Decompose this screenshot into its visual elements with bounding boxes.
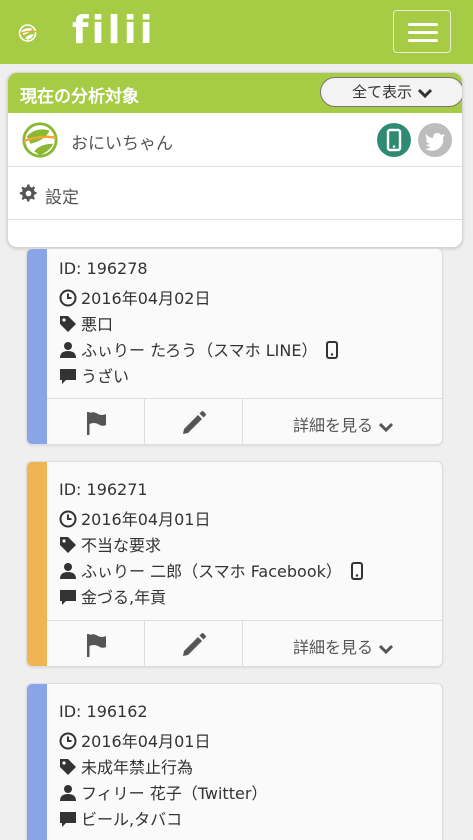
card-id: ID: 196278 — [59, 259, 148, 278]
gear-icon — [19, 184, 37, 202]
detection-card: ID: 196162 2016年04月01日 未成年禁止行為 フィリー 花子（T… — [26, 683, 443, 840]
view-details-label: 詳細を見る — [292, 416, 373, 435]
card-keywords: ビール,タバコ — [81, 810, 183, 829]
smartphone-icon — [386, 128, 402, 152]
view-details-button[interactable]: 詳細を見る — [243, 399, 442, 444]
chevron-down-icon — [417, 88, 433, 98]
hamburger-menu-button[interactable] — [393, 10, 451, 53]
flag-icon — [87, 412, 106, 435]
user-icon — [60, 563, 76, 579]
clock-icon — [59, 289, 77, 307]
tag-icon — [60, 759, 76, 775]
settings-label: 設定 — [45, 188, 79, 208]
card-category-line: 悪口 — [59, 311, 113, 335]
top-navbar: filii — [0, 0, 473, 64]
pencil-icon — [183, 411, 206, 434]
card-category: 不当な要求 — [81, 536, 162, 555]
logo-text[interactable]: filii — [72, 8, 156, 52]
card-actions: 詳細を見る — [47, 398, 442, 444]
user-icon — [60, 785, 76, 801]
target-avatar-icon — [22, 122, 58, 158]
chevron-down-icon — [378, 422, 394, 432]
comment-icon — [60, 812, 76, 827]
target-name: おにいちゃん — [71, 134, 173, 154]
card-date-line: 2016年04月01日 — [59, 506, 210, 530]
card-category-line: 不当な要求 — [59, 532, 161, 556]
view-details-label: 詳細を見る — [292, 638, 373, 657]
card-keywords: 金づる,年貢 — [81, 588, 167, 607]
edit-button[interactable] — [145, 621, 243, 666]
card-date-line: 2016年04月02日 — [59, 285, 210, 309]
card-accent-bar — [27, 249, 47, 444]
flag-button[interactable] — [47, 399, 145, 444]
smartphone-icon — [350, 562, 363, 580]
hamburger-icon — [408, 23, 438, 26]
flag-button[interactable] — [47, 621, 145, 666]
chevron-down-icon — [378, 644, 394, 654]
twitter-filter-button[interactable] — [418, 123, 452, 157]
card-user: ふぃりー 二郎（スマホ Facebook） — [81, 562, 342, 581]
card-keywords-line: うざい — [59, 363, 129, 387]
show-all-button[interactable]: 全て表示 — [320, 77, 462, 107]
filii-logo-icon[interactable] — [18, 8, 78, 58]
card-user: フィリー 花子（Twitter） — [81, 784, 268, 803]
card-accent-bar — [27, 684, 47, 840]
tag-icon — [60, 537, 76, 553]
comment-icon — [60, 590, 76, 605]
clock-icon — [59, 510, 77, 528]
analysis-target-panel: 現在の分析対象 全て表示 おにいちゃん 設定 — [7, 72, 463, 248]
card-keywords-line: 金づる,年貢 — [59, 584, 166, 608]
card-id: ID: 196162 — [59, 702, 148, 721]
card-date: 2016年04月01日 — [81, 510, 211, 529]
card-id: ID: 196271 — [59, 480, 148, 499]
edit-button[interactable] — [145, 399, 243, 444]
comment-icon — [60, 369, 76, 384]
card-keywords-line: ビール,タバコ — [59, 806, 182, 830]
card-user-line: ふぃりー 二郎（スマホ Facebook） — [59, 558, 364, 582]
user-icon — [60, 342, 76, 358]
smartphone-icon — [326, 341, 339, 359]
smartphone-filter-button[interactable] — [377, 123, 411, 157]
card-keywords: うざい — [81, 367, 130, 386]
tag-icon — [60, 316, 76, 332]
card-user: ふぃりー たろう（スマホ LINE） — [81, 341, 318, 360]
card-date: 2016年04月02日 — [81, 289, 211, 308]
card-user-line: ふぃりー たろう（スマホ LINE） — [59, 337, 339, 361]
target-row[interactable]: おにいちゃん — [8, 113, 462, 167]
view-details-button[interactable]: 詳細を見る — [243, 621, 442, 666]
pencil-icon — [183, 633, 206, 656]
card-user-line: フィリー 花子（Twitter） — [59, 780, 267, 804]
card-actions: 詳細を見る — [47, 620, 442, 666]
twitter-bird-icon — [425, 133, 445, 151]
flag-icon — [87, 634, 106, 657]
card-category: 未成年禁止行為 — [81, 758, 194, 777]
detection-card: ID: 196271 2016年04月01日 不当な要求 ふぃりー 二郎（スマホ… — [26, 461, 443, 667]
detection-card: ID: 196278 2016年04月02日 悪口 ふぃりー たろう（スマホ L… — [26, 248, 443, 445]
card-date-line: 2016年04月01日 — [59, 728, 210, 752]
card-category-line: 未成年禁止行為 — [59, 754, 193, 778]
panel-header: 現在の分析対象 全て表示 — [8, 73, 462, 113]
show-all-label: 全て表示 — [351, 83, 412, 101]
card-category: 悪口 — [81, 315, 114, 334]
card-date: 2016年04月01日 — [81, 732, 211, 751]
clock-icon — [59, 732, 77, 750]
panel-title: 現在の分析対象 — [20, 87, 139, 107]
settings-row[interactable]: 設定 — [8, 167, 462, 220]
card-accent-bar — [27, 462, 47, 666]
